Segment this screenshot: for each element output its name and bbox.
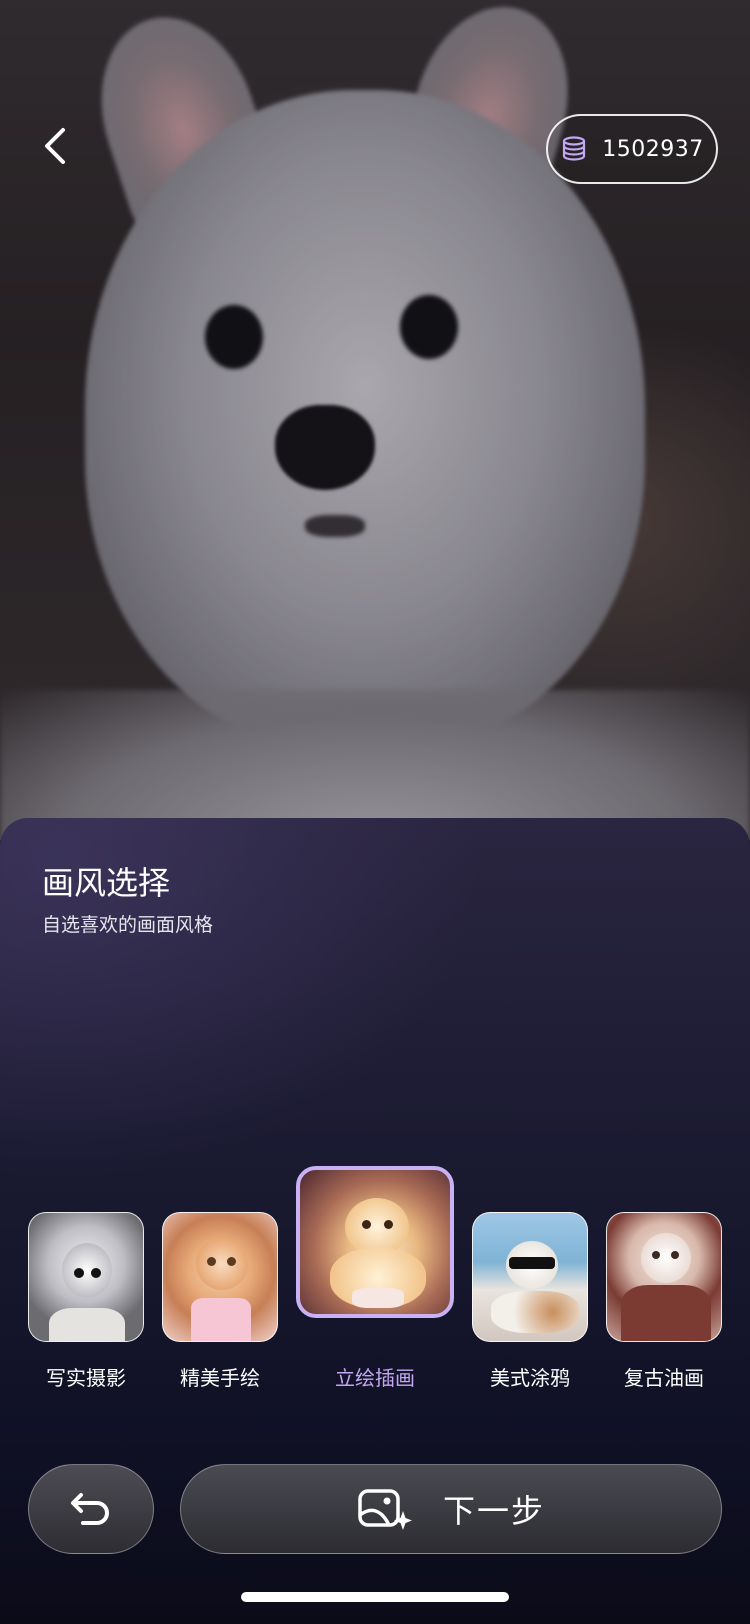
style-thumbnail-selected — [296, 1166, 454, 1318]
next-step-label: 下一步 — [442, 1492, 545, 1530]
style-label: 复古油画 — [624, 1366, 704, 1390]
style-label-selected: 立绘插画 — [335, 1366, 415, 1390]
back-button[interactable] — [30, 120, 82, 172]
style-label: 精美手绘 — [180, 1366, 260, 1390]
style-thumbnail — [162, 1212, 278, 1342]
home-indicator — [241, 1592, 509, 1602]
chevron-left-icon — [45, 128, 65, 164]
coin-stack-icon — [563, 136, 586, 161]
image-sparkle-icon — [358, 1489, 412, 1530]
style-label: 写实摄影 — [46, 1366, 126, 1390]
undo-button[interactable] — [28, 1464, 154, 1554]
style-thumbnail — [472, 1212, 588, 1342]
style-label: 美式涂鸦 — [490, 1366, 570, 1390]
undo-arrow-icon — [71, 1493, 109, 1525]
coin-count: 1502937 — [602, 136, 704, 162]
next-step-button[interactable]: 下一步 — [180, 1464, 722, 1554]
style-thumbnail — [606, 1212, 722, 1342]
coin-balance[interactable]: 1502937 — [546, 114, 718, 184]
style-thumbnail — [28, 1212, 144, 1342]
